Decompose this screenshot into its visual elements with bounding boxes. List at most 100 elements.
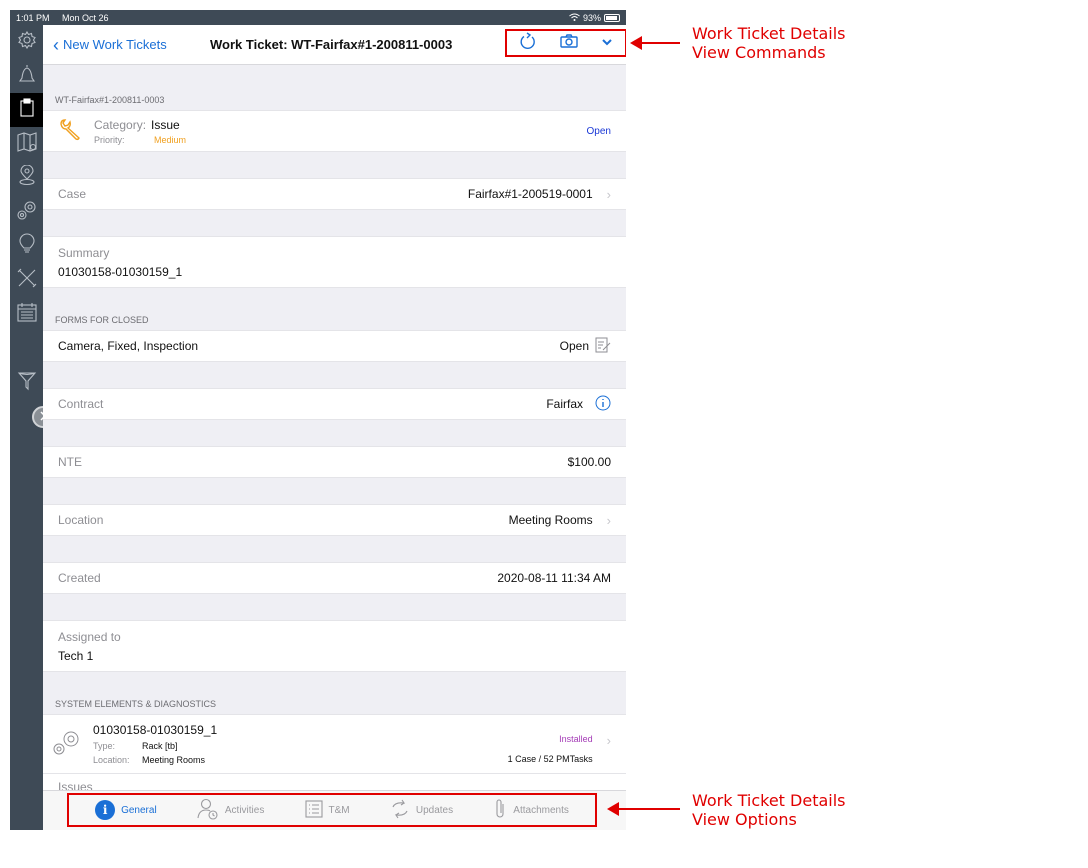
- annotation-options: Work Ticket Details View Options: [692, 791, 846, 829]
- sidebar-item-work-tickets[interactable]: [10, 93, 43, 127]
- battery-percent: 93%: [582, 12, 601, 23]
- view-options: i General Activities T&M Updates Attachm…: [67, 793, 597, 827]
- sidebar-item-locations[interactable]: [10, 161, 43, 195]
- sidebar-item-equipment[interactable]: [10, 195, 43, 229]
- info-icon: i: [95, 800, 116, 820]
- ipad-screen: 1:01 PM Mon Oct 26 93% ‹ New Work Ticket…: [10, 10, 626, 830]
- nte-row: NTE $100.00: [43, 446, 626, 478]
- assigned-label: Assigned to: [58, 629, 121, 644]
- contract-label: Contract: [58, 397, 104, 411]
- annotation-arrow: [607, 802, 680, 816]
- list-icon: [304, 799, 323, 821]
- clipboard-icon: [18, 97, 36, 123]
- person-clock-icon: [197, 798, 219, 823]
- priority-label: Priority:: [94, 134, 125, 145]
- annotation-line: Work Ticket Details: [692, 24, 846, 43]
- category-label: Category:: [94, 117, 147, 132]
- annotation-line: Work Ticket Details: [692, 791, 846, 810]
- category-value: Issue: [151, 117, 180, 132]
- forms-open-link[interactable]: Open: [560, 339, 589, 353]
- created-label: Created: [58, 571, 101, 585]
- camera-icon[interactable]: [560, 33, 578, 53]
- summary-value: 01030158-01030159_1: [58, 264, 183, 279]
- annotation-line: View Commands: [692, 43, 826, 62]
- page-title: Work Ticket: WT-Fairfax#1-200811-0003: [210, 37, 453, 52]
- created-value: 2020-08-11 11:34 AM: [497, 571, 611, 585]
- priority-value: Medium: [154, 134, 187, 145]
- tab-tm[interactable]: T&M: [304, 799, 350, 821]
- sidebar-item-calendar[interactable]: [10, 297, 43, 331]
- back-button[interactable]: ‹ New Work Tickets: [53, 36, 167, 54]
- calendar-icon: [16, 301, 38, 328]
- tab-general[interactable]: i General: [95, 800, 157, 820]
- status-bar: 1:01 PM Mon Oct 26 93%: [10, 10, 626, 25]
- annotation-arrow: [630, 36, 680, 50]
- category-row: Category: Issue Priority: Medium Open: [43, 110, 626, 152]
- ticket-id-header: WT-Fairfax#1-200811-0003: [55, 95, 165, 105]
- tab-updates[interactable]: Updates: [390, 798, 453, 823]
- sidebar-item-alerts[interactable]: [10, 59, 43, 93]
- refresh-icon[interactable]: [519, 31, 537, 56]
- battery-icon: [604, 13, 620, 22]
- work-ticket-details: ‹ New Work Tickets Work Ticket: WT-Fairf…: [43, 25, 626, 830]
- chevron-right-icon: ›: [606, 186, 611, 202]
- wifi-icon: [569, 13, 580, 23]
- chevron-right-icon: ›: [606, 512, 611, 528]
- forms-row[interactable]: Camera, Fixed, Inspection Open: [43, 330, 626, 362]
- sidebar-item-map[interactable]: [10, 127, 43, 161]
- gears-icon: [16, 199, 38, 226]
- navigation-bar: ‹ New Work Tickets Work Ticket: WT-Fairf…: [43, 25, 626, 65]
- sidebar: [10, 25, 43, 830]
- nte-label: NTE: [58, 455, 82, 469]
- case-row[interactable]: Case Fairfax#1-200519-0001 ›: [43, 178, 626, 210]
- location-row[interactable]: Location Meeting Rooms ›: [43, 504, 626, 536]
- case-task-counts: 1 Case / 52 PMTasks: [507, 754, 593, 764]
- system-element-row[interactable]: 01030158-01030159_1 Type: Rack [tb] Locat…: [43, 714, 626, 774]
- edit-form-icon[interactable]: [595, 337, 611, 356]
- location-value: Meeting Rooms: [508, 513, 593, 527]
- case-value: Fairfax#1-200519-0001: [467, 187, 593, 201]
- summary-row: Summary 01030158-01030159_1: [43, 236, 626, 288]
- tab-label: T&M: [328, 804, 350, 816]
- chevron-left-icon: ‹: [53, 34, 59, 55]
- paperclip-icon: [493, 798, 507, 823]
- sync-icon: [390, 798, 410, 823]
- tab-attachments[interactable]: Attachments: [493, 798, 569, 823]
- location-pin-icon: [17, 163, 37, 192]
- installed-status: Installed: [559, 734, 593, 744]
- sidebar-item-ideas[interactable]: [10, 229, 43, 263]
- system-elements-header: SYSTEM ELEMENTS & DIAGNOSTICS: [55, 699, 217, 709]
- sidebar-item-settings[interactable]: [10, 25, 43, 59]
- created-row: Created 2020-08-11 11:34 AM: [43, 562, 626, 594]
- assigned-row: Assigned to Tech 1: [43, 620, 626, 672]
- case-label: Case: [58, 187, 87, 201]
- system-element-title: 01030158-01030159_1: [93, 723, 218, 737]
- tab-label: Attachments: [513, 804, 569, 816]
- forms-value: Camera, Fixed, Inspection: [58, 339, 199, 353]
- back-button-label: New Work Tickets: [63, 37, 167, 52]
- tools-icon: [16, 267, 38, 294]
- wrench-icon: [58, 118, 82, 145]
- filter-icon: [17, 369, 37, 396]
- sidebar-item-filter[interactable]: [10, 365, 43, 399]
- tab-label: Updates: [415, 804, 454, 816]
- tab-bar: i General Activities T&M Updates Attachm…: [43, 790, 626, 830]
- forms-header: FORMS FOR CLOSED: [55, 315, 149, 325]
- location-label: Location: [58, 513, 104, 527]
- contract-row: Contract Fairfax: [43, 388, 626, 420]
- tab-activities[interactable]: Activities: [197, 798, 264, 823]
- gears-icon: [51, 727, 83, 762]
- chevron-right-icon: ›: [606, 733, 611, 748]
- type-label: Type:: [93, 741, 116, 751]
- chevron-down-icon[interactable]: [601, 34, 613, 52]
- contract-value: Fairfax: [546, 397, 583, 411]
- view-commands: [505, 29, 626, 57]
- status-time: 1:01 PM: [16, 12, 50, 23]
- summary-label: Summary: [58, 245, 110, 260]
- info-icon[interactable]: [595, 395, 611, 414]
- se-location-value: Meeting Rooms: [142, 755, 206, 765]
- bell-icon: [17, 63, 37, 90]
- gear-icon: [17, 30, 37, 55]
- sidebar-item-tools[interactable]: [10, 263, 43, 297]
- annotation-line: View Options: [692, 810, 797, 829]
